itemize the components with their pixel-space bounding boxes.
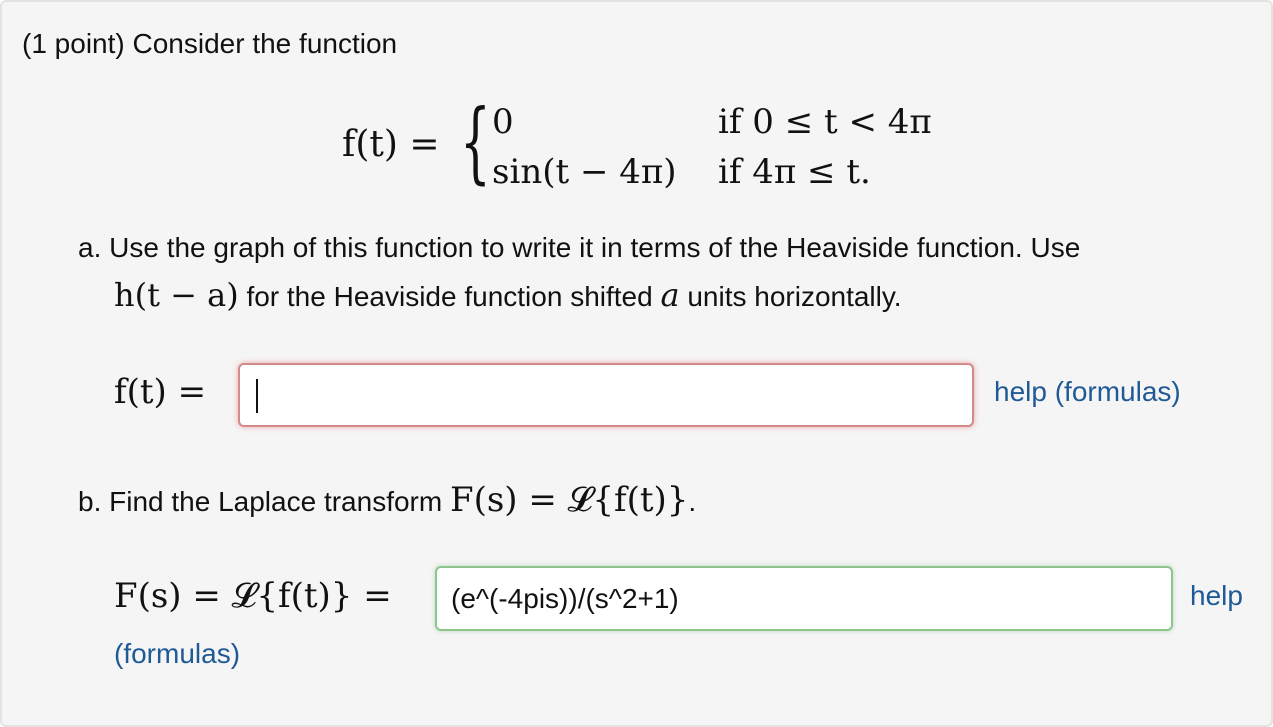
part-a-instruction: a. Use the graph of this function to wri… xyxy=(78,232,1081,263)
part-b-suffix: . xyxy=(688,486,697,517)
part-b-answer-input[interactable]: (e^(-4pis))/(s^2+1) xyxy=(435,566,1173,631)
heaviside-notation: h(t − a) xyxy=(114,276,239,314)
part-a-text-2: units horizontally. xyxy=(679,281,902,312)
part-b-instruction: b. Find the Laplace transform F(s) = 𝓛{f… xyxy=(78,480,696,520)
shift-variable: a xyxy=(660,276,680,314)
part-b-prefix: b. Find the Laplace transform xyxy=(78,486,450,517)
case2-condition: if 4π ≤ t. xyxy=(718,152,871,192)
case1-value: 0 xyxy=(492,102,514,142)
piecewise-brace: { xyxy=(460,90,491,193)
case2-value: sin(t − 4π) xyxy=(492,152,677,192)
part-a-instruction-cont: h(t − a) for the Heaviside function shif… xyxy=(114,276,902,314)
part-a-answer-input[interactable] xyxy=(238,363,974,427)
problem-intro: (1 point) Consider the function xyxy=(22,28,398,59)
part-a-help-link[interactable]: help (formulas) xyxy=(994,376,1181,408)
text-caret xyxy=(256,379,258,413)
part-b-math: F(s) = 𝓛{f(t)} xyxy=(449,480,689,520)
part-b-help-link[interactable]: help xyxy=(1190,580,1243,612)
piecewise-lhs: f(t) = xyxy=(342,124,440,165)
part-b-help-link-cont[interactable]: (formulas) xyxy=(114,638,240,670)
part-a-lhs: f(t) = xyxy=(114,372,207,412)
part-a-text-1: for the Heaviside function shifted xyxy=(238,281,661,312)
case1-condition: if 0 ≤ t < 4π xyxy=(718,102,932,142)
part-b-lhs: F(s) = 𝓛{f(t)} = xyxy=(114,576,392,616)
problem-panel: (1 point) Consider the function f(t) = {… xyxy=(0,0,1273,727)
